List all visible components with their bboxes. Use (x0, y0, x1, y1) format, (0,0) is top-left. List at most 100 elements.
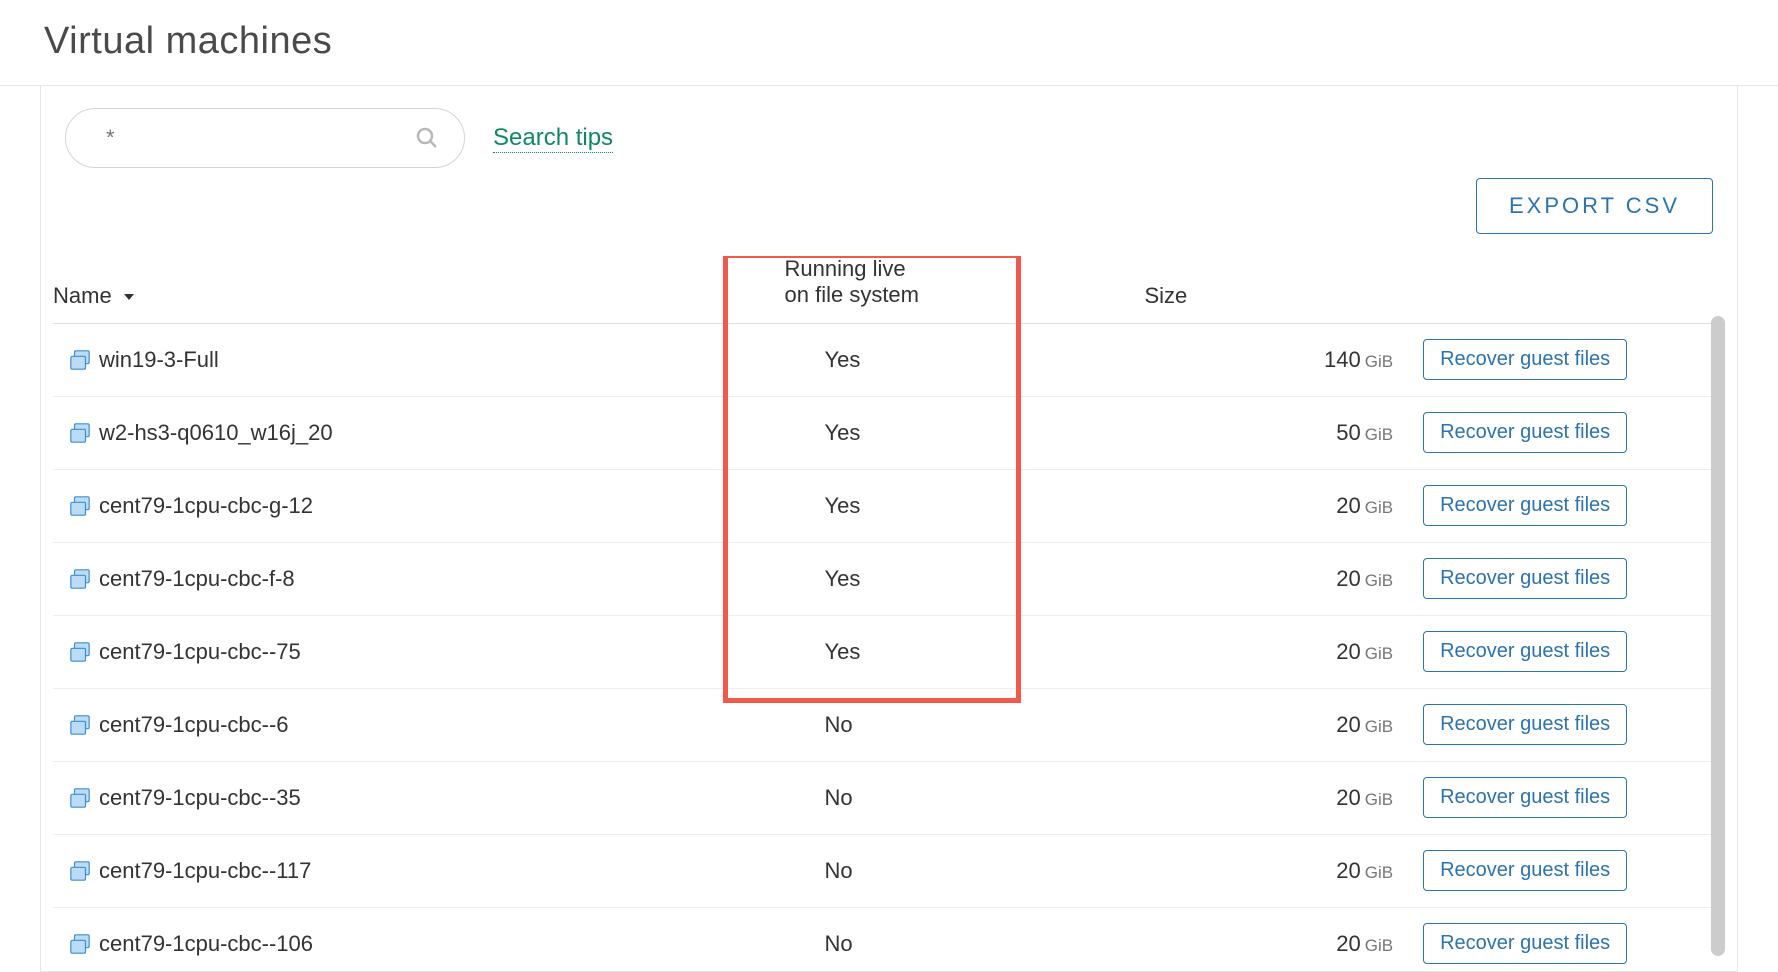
cell-running: Yes (785, 469, 1145, 542)
recover-guest-files-button[interactable]: Recover guest files (1423, 485, 1627, 526)
toolbar: Search tips (41, 86, 1737, 168)
cell-name[interactable]: win19-3-Full (53, 323, 785, 396)
table-row: cent79-1cpu-cbc--106 No 20 GiB Recover guest… (53, 907, 1725, 971)
cell-name[interactable]: cent79-1cpu-cbc--35 (53, 761, 785, 834)
table-wrap: Name Running live on file system Size (53, 256, 1725, 971)
sort-caret-icon (124, 294, 134, 300)
table-row: cent79-1cpu-cbc-g-12Yes 20 GiB Recover gues… (53, 469, 1725, 542)
size-unit: GiB (1365, 498, 1393, 517)
recover-guest-files-button[interactable]: Recover guest files (1423, 558, 1627, 599)
cell-action: Recover guest files (1423, 907, 1725, 971)
cell-action: Recover guest files (1423, 688, 1725, 761)
search-tips-link[interactable]: Search tips (493, 124, 613, 153)
table-header-row: Name Running live on file system Size (53, 256, 1725, 323)
cell-action: Recover guest files (1423, 761, 1725, 834)
vm-icon (69, 641, 91, 663)
vm-icon (69, 422, 91, 444)
vm-name-label: cent79-1cpu-cbc--35 (99, 785, 301, 810)
cell-running: No (785, 834, 1145, 907)
cell-action: Recover guest files (1423, 542, 1725, 615)
size-unit: GiB (1365, 425, 1393, 444)
recover-guest-files-button[interactable]: Recover guest files (1423, 704, 1627, 745)
page-title: Virtual machines (44, 20, 1778, 63)
cell-size: 20 GiB (1144, 761, 1423, 834)
vm-icon (69, 714, 91, 736)
column-header-running-line1: Running live (785, 256, 906, 281)
size-unit: GiB (1365, 644, 1393, 663)
recover-guest-files-button[interactable]: Recover guest files (1423, 339, 1627, 380)
size-value: 20 (1336, 858, 1360, 883)
cell-running: Yes (785, 542, 1145, 615)
cell-name[interactable]: cent79-1cpu-cbc--75 (53, 615, 785, 688)
size-value: 20 (1336, 712, 1360, 737)
cell-size: 20GiB (1144, 615, 1423, 688)
recover-guest-files-button[interactable]: Recover guest files (1423, 631, 1627, 672)
search-icon (415, 126, 439, 150)
size-value: 20 (1336, 785, 1360, 810)
table-scroll[interactable]: Name Running live on file system Size (53, 256, 1725, 971)
cell-action: Recover guest files (1423, 323, 1725, 396)
size-unit: GiB (1365, 571, 1393, 590)
cell-running: No (785, 761, 1145, 834)
cell-running: Yes (785, 323, 1145, 396)
cell-running: Yes (785, 396, 1145, 469)
vm-icon (69, 568, 91, 590)
cell-size: 20 GiB (1144, 907, 1423, 971)
cell-name[interactable]: cent79-1cpu-cbc--6 (53, 688, 785, 761)
table-row: win19-3-Full Yes140GiBRecover guest files (53, 323, 1725, 396)
vm-name-label: win19-3-Full (99, 347, 219, 372)
cell-size: 50 GiB (1144, 396, 1423, 469)
vm-name-label: w2-hs3-q0610_w16j_20 (99, 420, 333, 445)
vm-icon (69, 495, 91, 517)
column-header-size[interactable]: Size (1144, 256, 1423, 323)
size-unit: GiB (1365, 936, 1393, 955)
size-value: 50 (1336, 420, 1360, 445)
table-row: w2-hs3-q0610_w16j_20 Yes 50 GiB Recover gues… (53, 396, 1725, 469)
export-row: EXPORT CSV (41, 168, 1737, 234)
vm-icon (69, 787, 91, 809)
table-row: cent79-1cpu-cbc-f-8 Yes 20 GiB Recover guest… (53, 542, 1725, 615)
size-unit: GiB (1365, 717, 1393, 736)
recover-guest-files-button[interactable]: Recover guest files (1423, 412, 1627, 453)
vm-name-label: cent79-1cpu-cbc-f-8 (99, 566, 295, 591)
column-header-name[interactable]: Name (53, 256, 785, 323)
vm-icon (69, 349, 91, 371)
cell-name[interactable]: cent79-1cpu-cbc--117 (53, 834, 785, 907)
export-csv-button[interactable]: EXPORT CSV (1476, 178, 1713, 234)
page-header: Virtual machines (0, 0, 1778, 86)
vm-icon (69, 933, 91, 955)
table-row: cent79-1cpu-cbc--75Yes20GiBRecover guest… (53, 615, 1725, 688)
table-row: cent79-1cpu-cbc--35 No 20 GiB Recover guest … (53, 761, 1725, 834)
size-value: 20 (1336, 493, 1360, 518)
cell-action: Recover guest files (1423, 469, 1725, 542)
cell-size: 20 GiB (1144, 688, 1423, 761)
cell-size: 140GiB (1144, 323, 1423, 396)
cell-name[interactable]: w2-hs3-q0610_w16j_20 (53, 396, 785, 469)
size-value: 20 (1336, 566, 1360, 591)
recover-guest-files-button[interactable]: Recover guest files (1423, 850, 1627, 891)
cell-size: 20GiB (1144, 834, 1423, 907)
cell-action: Recover guest files (1423, 396, 1725, 469)
cell-action: Recover guest files (1423, 834, 1725, 907)
vm-name-label: cent79-1cpu-cbc--106 (99, 931, 313, 956)
cell-running: Yes (785, 615, 1145, 688)
size-value: 20 (1336, 931, 1360, 956)
content-panel: Search tips EXPORT CSV Name Running live… (40, 86, 1738, 972)
cell-name[interactable]: cent79-1cpu-cbc-f-8 (53, 542, 785, 615)
size-unit: GiB (1365, 790, 1393, 809)
recover-guest-files-button[interactable]: Recover guest files (1423, 777, 1627, 818)
vm-name-label: cent79-1cpu-cbc--6 (99, 712, 289, 737)
cell-action: Recover guest files (1423, 615, 1725, 688)
recover-guest-files-button[interactable]: Recover guest files (1423, 923, 1627, 964)
size-value: 140 (1324, 347, 1361, 372)
vm-icon (69, 860, 91, 882)
cell-size: 20 GiB (1144, 469, 1423, 542)
cell-running: No (785, 907, 1145, 971)
cell-running: No (785, 688, 1145, 761)
column-header-running[interactable]: Running live on file system (785, 256, 1145, 323)
cell-name[interactable]: cent79-1cpu-cbc--106 (53, 907, 785, 971)
cell-name[interactable]: cent79-1cpu-cbc-g-12 (53, 469, 785, 542)
search-input[interactable] (65, 108, 465, 168)
column-header-name-label: Name (53, 283, 112, 308)
scrollbar[interactable] (1711, 316, 1725, 956)
